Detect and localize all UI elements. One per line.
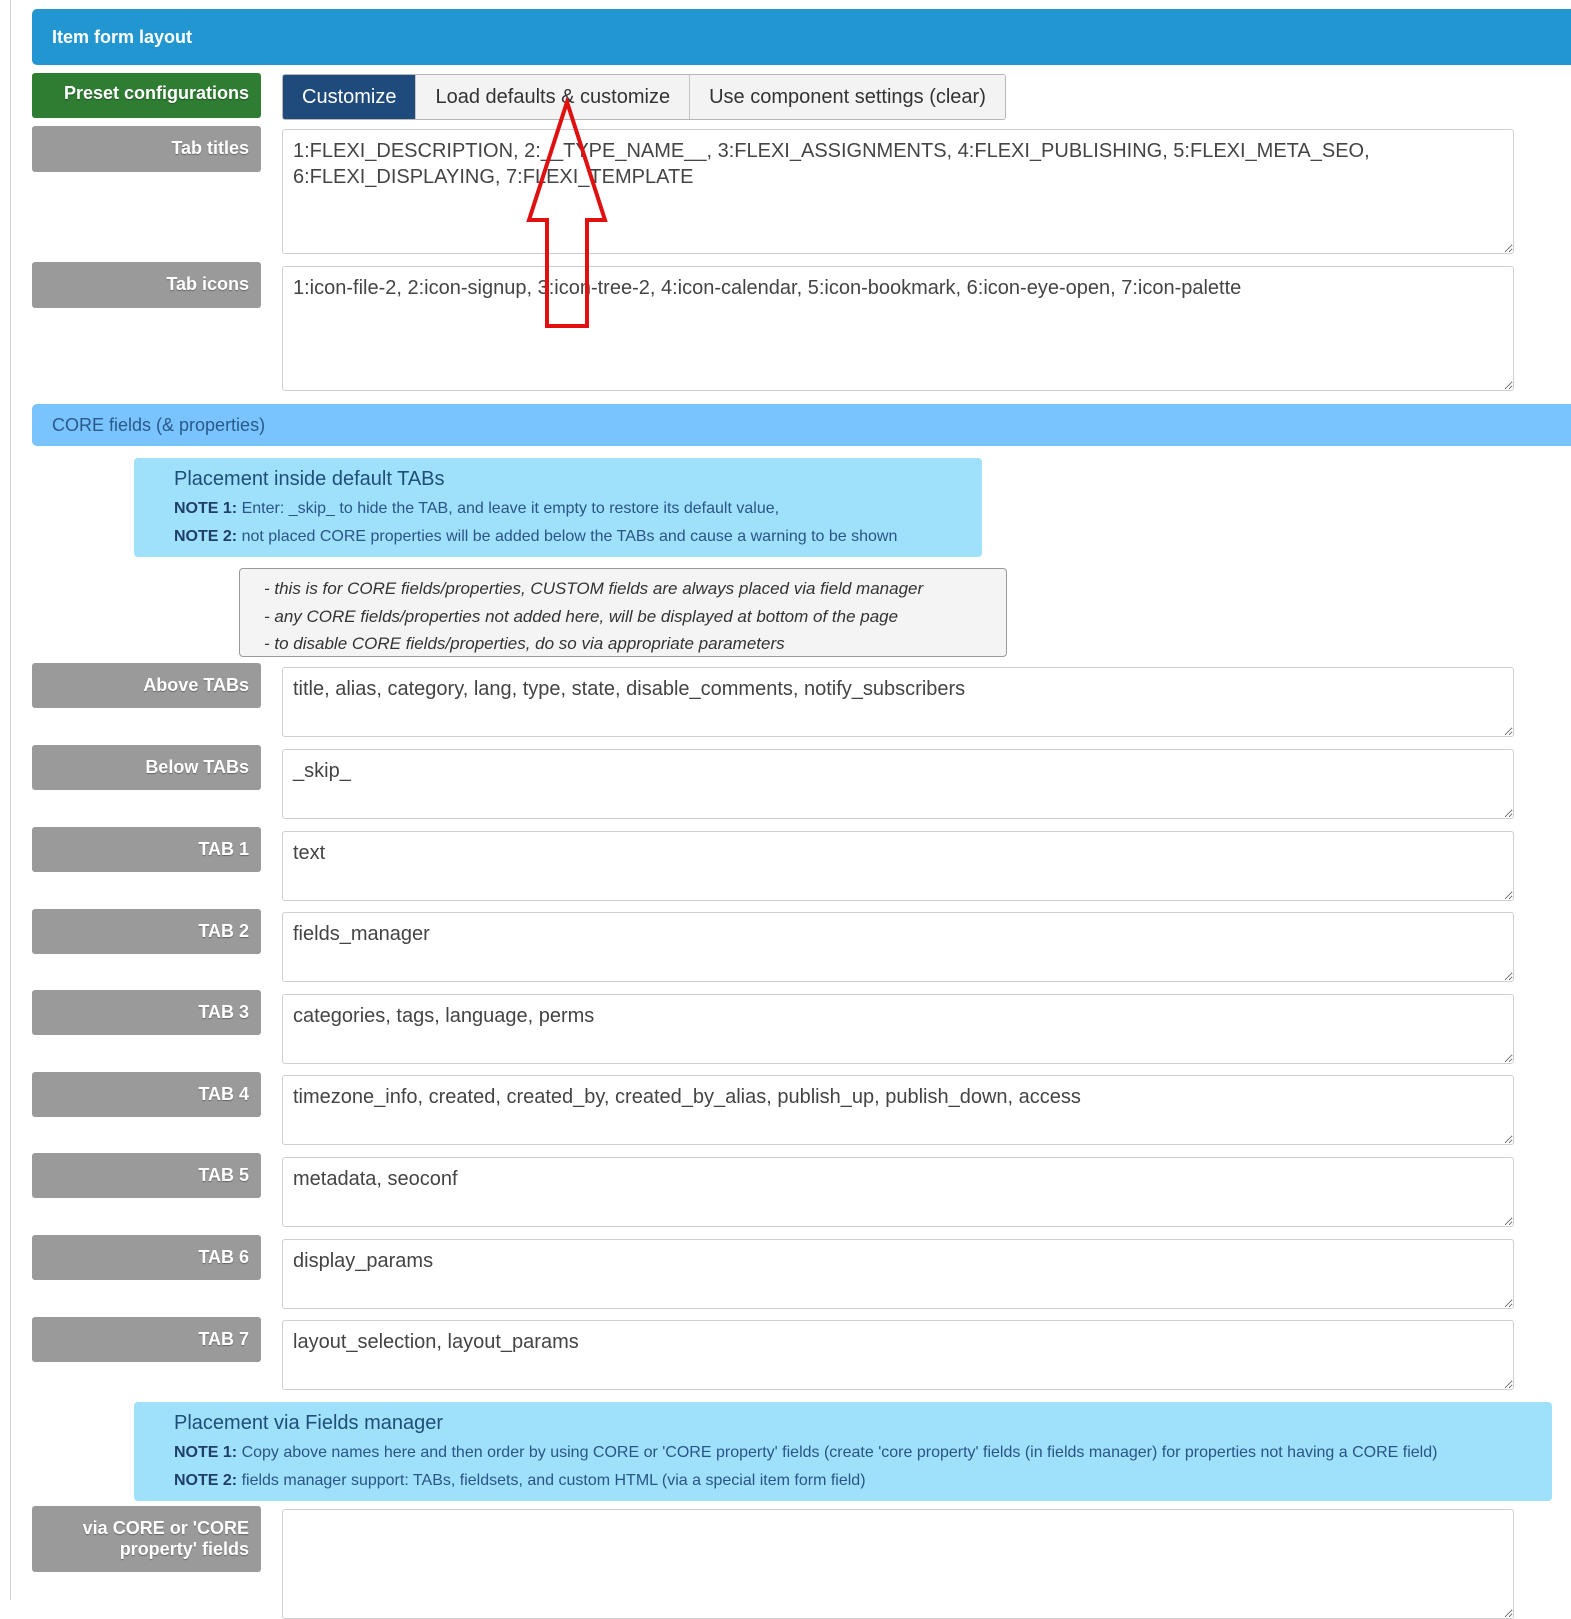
placement-default-info-box: Placement inside default TABs NOTE 1: En… xyxy=(134,458,982,557)
via-core-fields-label: via CORE or 'CORE property' fields xyxy=(32,1506,261,1572)
placement-default-title: Placement inside default TABs xyxy=(174,468,445,490)
tip-line: - to disable CORE fields/properties, do … xyxy=(264,634,785,653)
left-border xyxy=(10,0,11,1600)
field-label-tab-4: TAB 4 xyxy=(32,1072,261,1117)
section-core-title: CORE fields (& properties) xyxy=(52,414,266,435)
note-1-label: NOTE 1: xyxy=(174,500,238,517)
field-label-tab-1: TAB 1 xyxy=(32,827,261,872)
note-1-label: NOTE 1: xyxy=(174,1444,238,1461)
field-label-above-tabs: Above TABs xyxy=(32,663,261,708)
field-textarea-tab-4[interactable] xyxy=(282,1075,1514,1145)
red-arrow-up-icon xyxy=(526,98,608,328)
section-header-core-fields: CORE fields (& properties) xyxy=(32,404,1571,446)
field-textarea-tab-1[interactable] xyxy=(282,831,1514,901)
field-textarea-tab-2[interactable] xyxy=(282,912,1514,982)
placement-manager-note-2: NOTE 2: fields manager support: TABs, fi… xyxy=(174,1467,1512,1495)
field-textarea-tab-6[interactable] xyxy=(282,1239,1514,1309)
use-component-settings-button[interactable]: Use component settings (clear) xyxy=(690,75,1005,119)
field-label-tab-7: TAB 7 xyxy=(32,1317,261,1362)
tip-line: - this is for CORE fields/properties, CU… xyxy=(264,579,924,598)
placement-manager-title: Placement via Fields manager xyxy=(174,1412,444,1434)
placement-default-note-1: NOTE 1: Enter: _skip_ to hide the TAB, a… xyxy=(174,495,942,523)
note-2-label: NOTE 2: xyxy=(174,1472,238,1489)
field-textarea-tab-5[interactable] xyxy=(282,1157,1514,1227)
section-header-title: Item form layout xyxy=(52,26,193,47)
field-label-tab-5: TAB 5 xyxy=(32,1153,261,1198)
note-2-label: NOTE 2: xyxy=(174,528,238,545)
tip-line: - any CORE fields/properties not added h… xyxy=(264,606,899,626)
field-textarea-tab-7[interactable] xyxy=(282,1320,1514,1390)
note-2-text: not placed CORE properties will be added… xyxy=(237,528,898,545)
note-1-text: Enter: _skip_ to hide the TAB, and leave… xyxy=(237,500,780,517)
field-label-tab-2: TAB 2 xyxy=(32,909,261,954)
customize-button[interactable]: Customize xyxy=(283,75,417,119)
tab-titles-textarea[interactable] xyxy=(282,129,1514,254)
tab-titles-label: Tab titles xyxy=(32,126,261,172)
preset-configurations-label: Preset configurations xyxy=(32,73,261,118)
core-fields-tip-box: - this is for CORE fields/properties, CU… xyxy=(239,568,1007,657)
field-label-tab-6: TAB 6 xyxy=(32,1235,261,1280)
field-label-below-tabs: Below TABs xyxy=(32,745,261,790)
field-textarea-above-tabs[interactable] xyxy=(282,667,1514,737)
tab-icons-textarea[interactable] xyxy=(282,266,1514,391)
placement-manager-info-box: Placement via Fields manager NOTE 1: Cop… xyxy=(134,1402,1552,1501)
placement-default-note-2: NOTE 2: not placed CORE properties will … xyxy=(174,523,942,551)
note-1-text: Copy above names here and then order by … xyxy=(237,1444,1438,1461)
field-textarea-tab-3[interactable] xyxy=(282,994,1514,1064)
field-label-tab-3: TAB 3 xyxy=(32,990,261,1035)
tab-icons-label: Tab icons xyxy=(32,262,261,308)
preset-button-group: Customize Load defaults & customize Use … xyxy=(282,74,1006,120)
via-core-fields-textarea[interactable] xyxy=(282,1509,1514,1619)
field-textarea-below-tabs[interactable] xyxy=(282,749,1514,819)
section-header-item-form-layout: Item form layout xyxy=(32,9,1571,65)
note-2-text: fields manager support: TABs, fieldsets,… xyxy=(237,1472,866,1489)
placement-manager-note-1: NOTE 1: Copy above names here and then o… xyxy=(174,1439,1512,1467)
